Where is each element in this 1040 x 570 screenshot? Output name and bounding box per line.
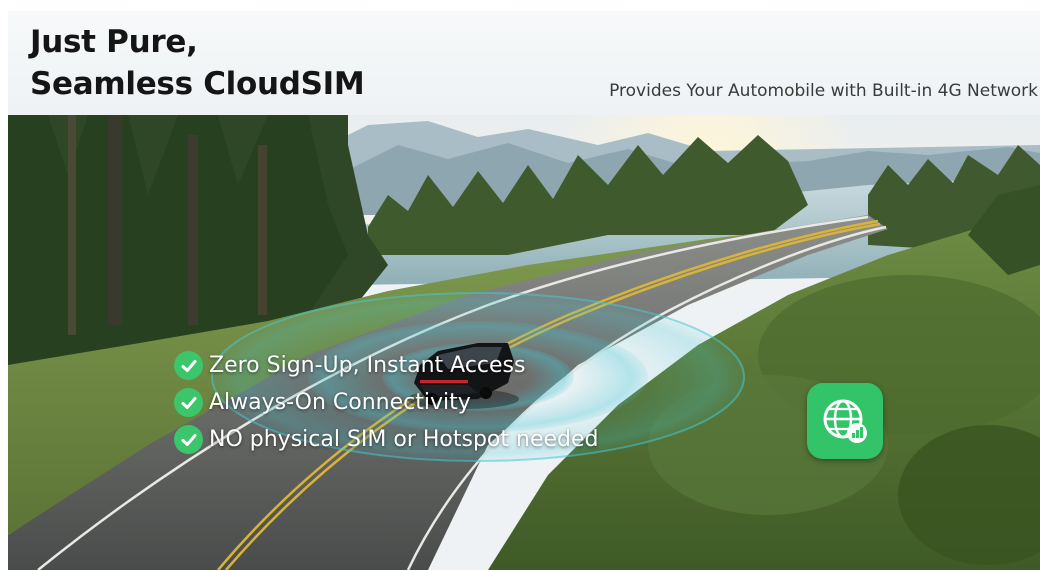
feature-item: NO physical SIM or Hotspot needed [174,421,599,458]
globe-badge [807,383,883,459]
check-circle-icon [174,351,203,380]
headline-line-2: Seamless CloudSIM [30,66,365,102]
subheadline: Provides Your Automobile with Built-in 4… [609,81,1038,101]
feature-text: NO physical SIM or Hotspot needed [209,427,599,452]
feature-list: Zero Sign-Up, Instant Access Always-On C… [174,347,599,458]
headline-line-1: Just Pure, [30,24,198,60]
feature-item: Always-On Connectivity [174,384,599,421]
scene-image [8,115,1040,570]
feature-text: Always-On Connectivity [209,390,471,415]
headline: Just Pure, Seamless CloudSIM [30,21,365,105]
check-circle-icon [174,425,203,454]
check-circle-icon [174,388,203,417]
road-landscape-illustration [8,115,1040,570]
banner-header: Just Pure, Seamless CloudSIM Provides Yo… [8,11,1040,115]
feature-item: Zero Sign-Up, Instant Access [174,347,599,384]
product-banner: Just Pure, Seamless CloudSIM Provides Yo… [8,11,1040,570]
globe-signal-icon [823,399,867,443]
feature-text: Zero Sign-Up, Instant Access [209,353,526,378]
